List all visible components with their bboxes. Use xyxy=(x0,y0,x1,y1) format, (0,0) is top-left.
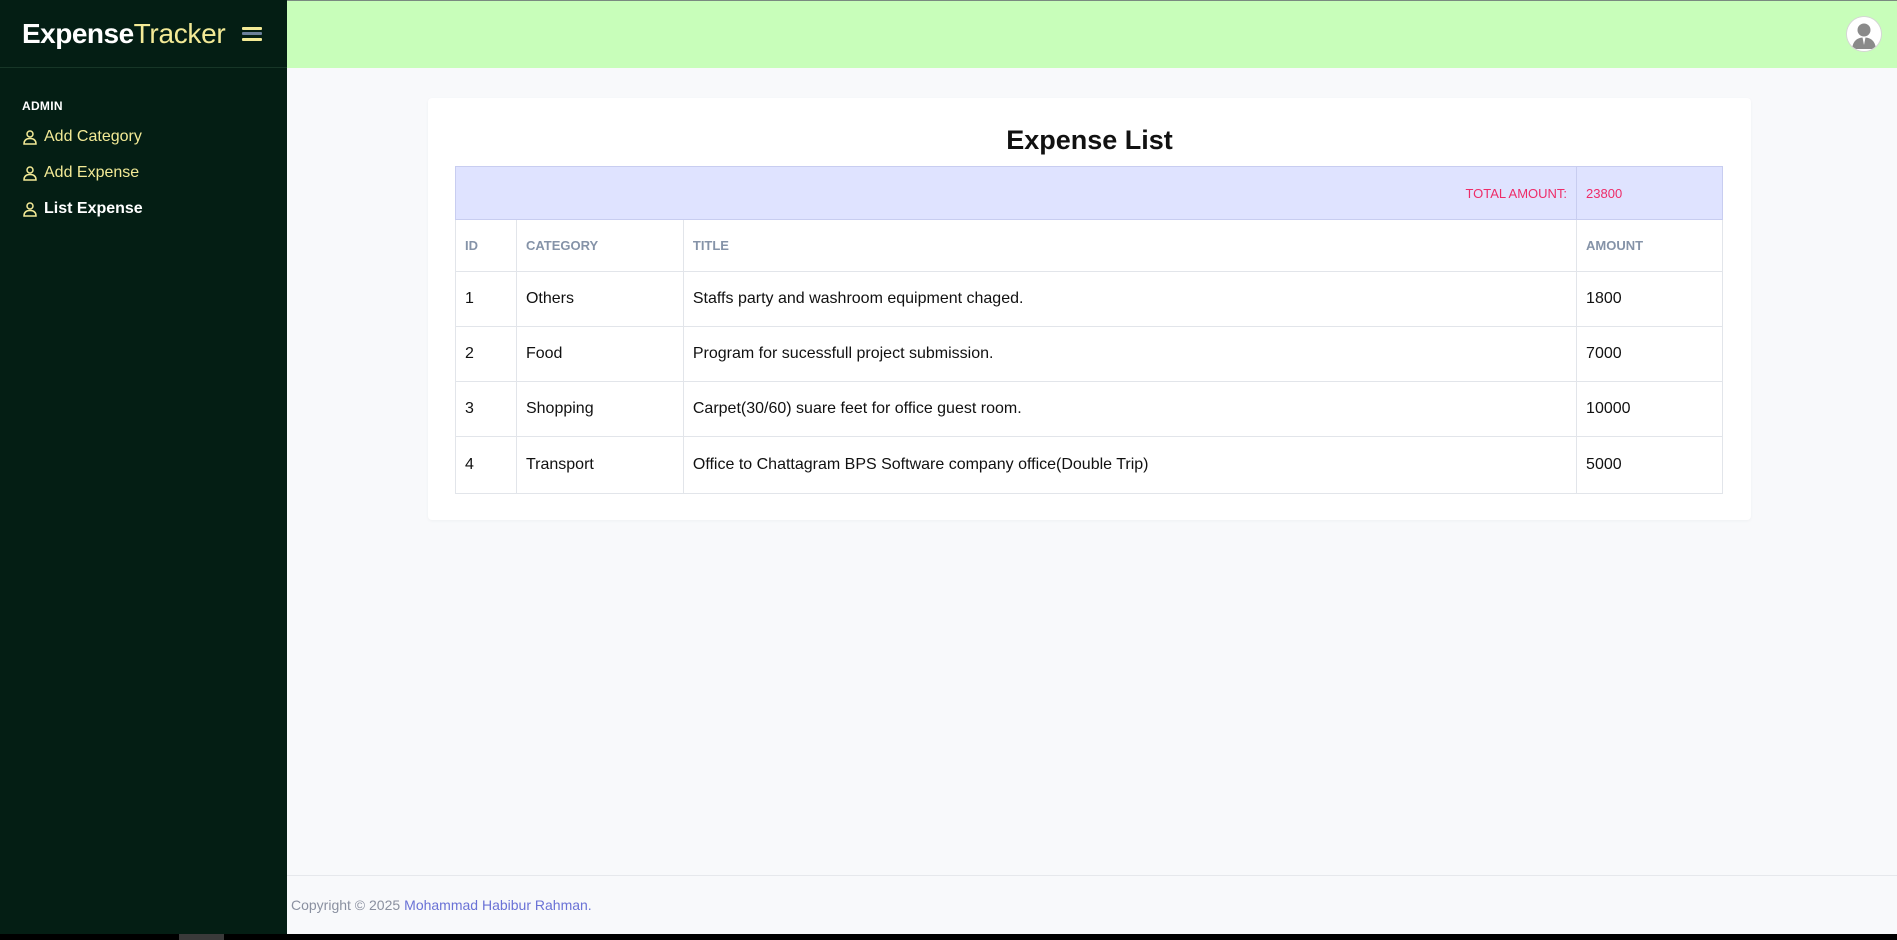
app-window: Expense Tracker ADMIN Add Category Add Ex… xyxy=(0,0,1897,940)
sidebar-item-add-expense[interactable]: Add Expense xyxy=(0,155,287,191)
column-header-amount[interactable]: AMOUNT xyxy=(1576,219,1723,272)
user-icon xyxy=(23,202,37,217)
footer-author-link[interactable]: Mohammad Habibur Rahman. xyxy=(404,897,592,913)
total-amount-label: TOTAL AMOUNT: xyxy=(454,166,1578,220)
cell-category: Others xyxy=(515,271,684,327)
main-area: Expense List TOTAL AMOUNT: 23800 ID CATE… xyxy=(287,0,1897,934)
menu-toggle-icon[interactable] xyxy=(242,26,263,41)
cell-amount: 1800 xyxy=(1576,271,1723,327)
scrollbar-thumb[interactable] xyxy=(179,934,224,940)
cell-amount: 5000 xyxy=(1576,436,1723,494)
cell-title: Office to Chattagram BPS Software compan… xyxy=(682,436,1578,494)
table-row[interactable]: 1 Others Staffs party and washroom equip… xyxy=(455,271,1723,327)
cell-category: Transport xyxy=(515,436,684,494)
table-row[interactable]: 2 Food Program for sucessfull project su… xyxy=(455,326,1723,382)
total-amount-value: 23800 xyxy=(1576,166,1723,220)
section-label-admin: ADMIN xyxy=(22,99,63,113)
column-header-title[interactable]: TITLE xyxy=(682,219,1578,272)
cell-id: 4 xyxy=(455,436,517,494)
page-title: Expense List xyxy=(1006,125,1173,155)
cell-id: 3 xyxy=(455,381,517,437)
cell-category: Food xyxy=(515,326,684,382)
user-icon xyxy=(23,166,37,181)
brand-name-light: Tracker xyxy=(133,17,226,49)
expense-table: TOTAL AMOUNT: 23800 ID CATEGORY TITLE AM… xyxy=(454,166,1723,494)
cell-category: Shopping xyxy=(515,381,684,437)
user-icon xyxy=(23,130,37,145)
brand: Expense Tracker xyxy=(0,0,287,68)
cell-amount: 10000 xyxy=(1576,381,1723,437)
sidebar: Expense Tracker ADMIN Add Category Add Ex… xyxy=(0,0,287,940)
table-header-row: ID CATEGORY TITLE AMOUNT xyxy=(455,219,1723,272)
column-header-category[interactable]: CATEGORY xyxy=(515,219,684,272)
sidebar-item-label: Add Category xyxy=(44,128,142,145)
total-row: TOTAL AMOUNT: 23800 xyxy=(454,166,1723,220)
avatar-icon[interactable] xyxy=(1847,17,1881,51)
table-row[interactable]: 3 Shopping Carpet(30/60) suare feet for … xyxy=(455,381,1723,437)
sidebar-item-label: Add Expense xyxy=(44,164,140,181)
content: Expense List TOTAL AMOUNT: 23800 ID CATE… xyxy=(287,68,1897,875)
sidebar-nav: Add Category Add Expense List Expense xyxy=(0,119,287,227)
expense-list-card: Expense List TOTAL AMOUNT: 23800 ID CATE… xyxy=(428,98,1751,520)
topbar xyxy=(287,0,1897,68)
cell-title: Program for sucessfull project submissio… xyxy=(682,326,1578,382)
sidebar-item-add-category[interactable]: Add Category xyxy=(0,119,287,155)
cell-id: 1 xyxy=(455,271,517,327)
footer-copyright: Copyright © 2025 xyxy=(291,897,401,913)
sidebar-item-label: List Expense xyxy=(44,200,143,217)
footer: Copyright © 2025 Mohammad Habibur Rahman… xyxy=(287,875,1897,934)
column-header-id[interactable]: ID xyxy=(455,219,517,272)
cell-title: Staffs party and washroom equipment chag… xyxy=(682,271,1578,327)
cell-id: 2 xyxy=(455,326,517,382)
brand-name-strong: Expense xyxy=(22,17,134,49)
cell-title: Carpet(30/60) suare feet for office gues… xyxy=(682,381,1578,437)
table-row[interactable]: 4 Transport Office to Chattagram BPS Sof… xyxy=(455,436,1723,494)
cell-amount: 7000 xyxy=(1576,326,1723,382)
sidebar-item-list-expense[interactable]: List Expense xyxy=(0,191,287,227)
